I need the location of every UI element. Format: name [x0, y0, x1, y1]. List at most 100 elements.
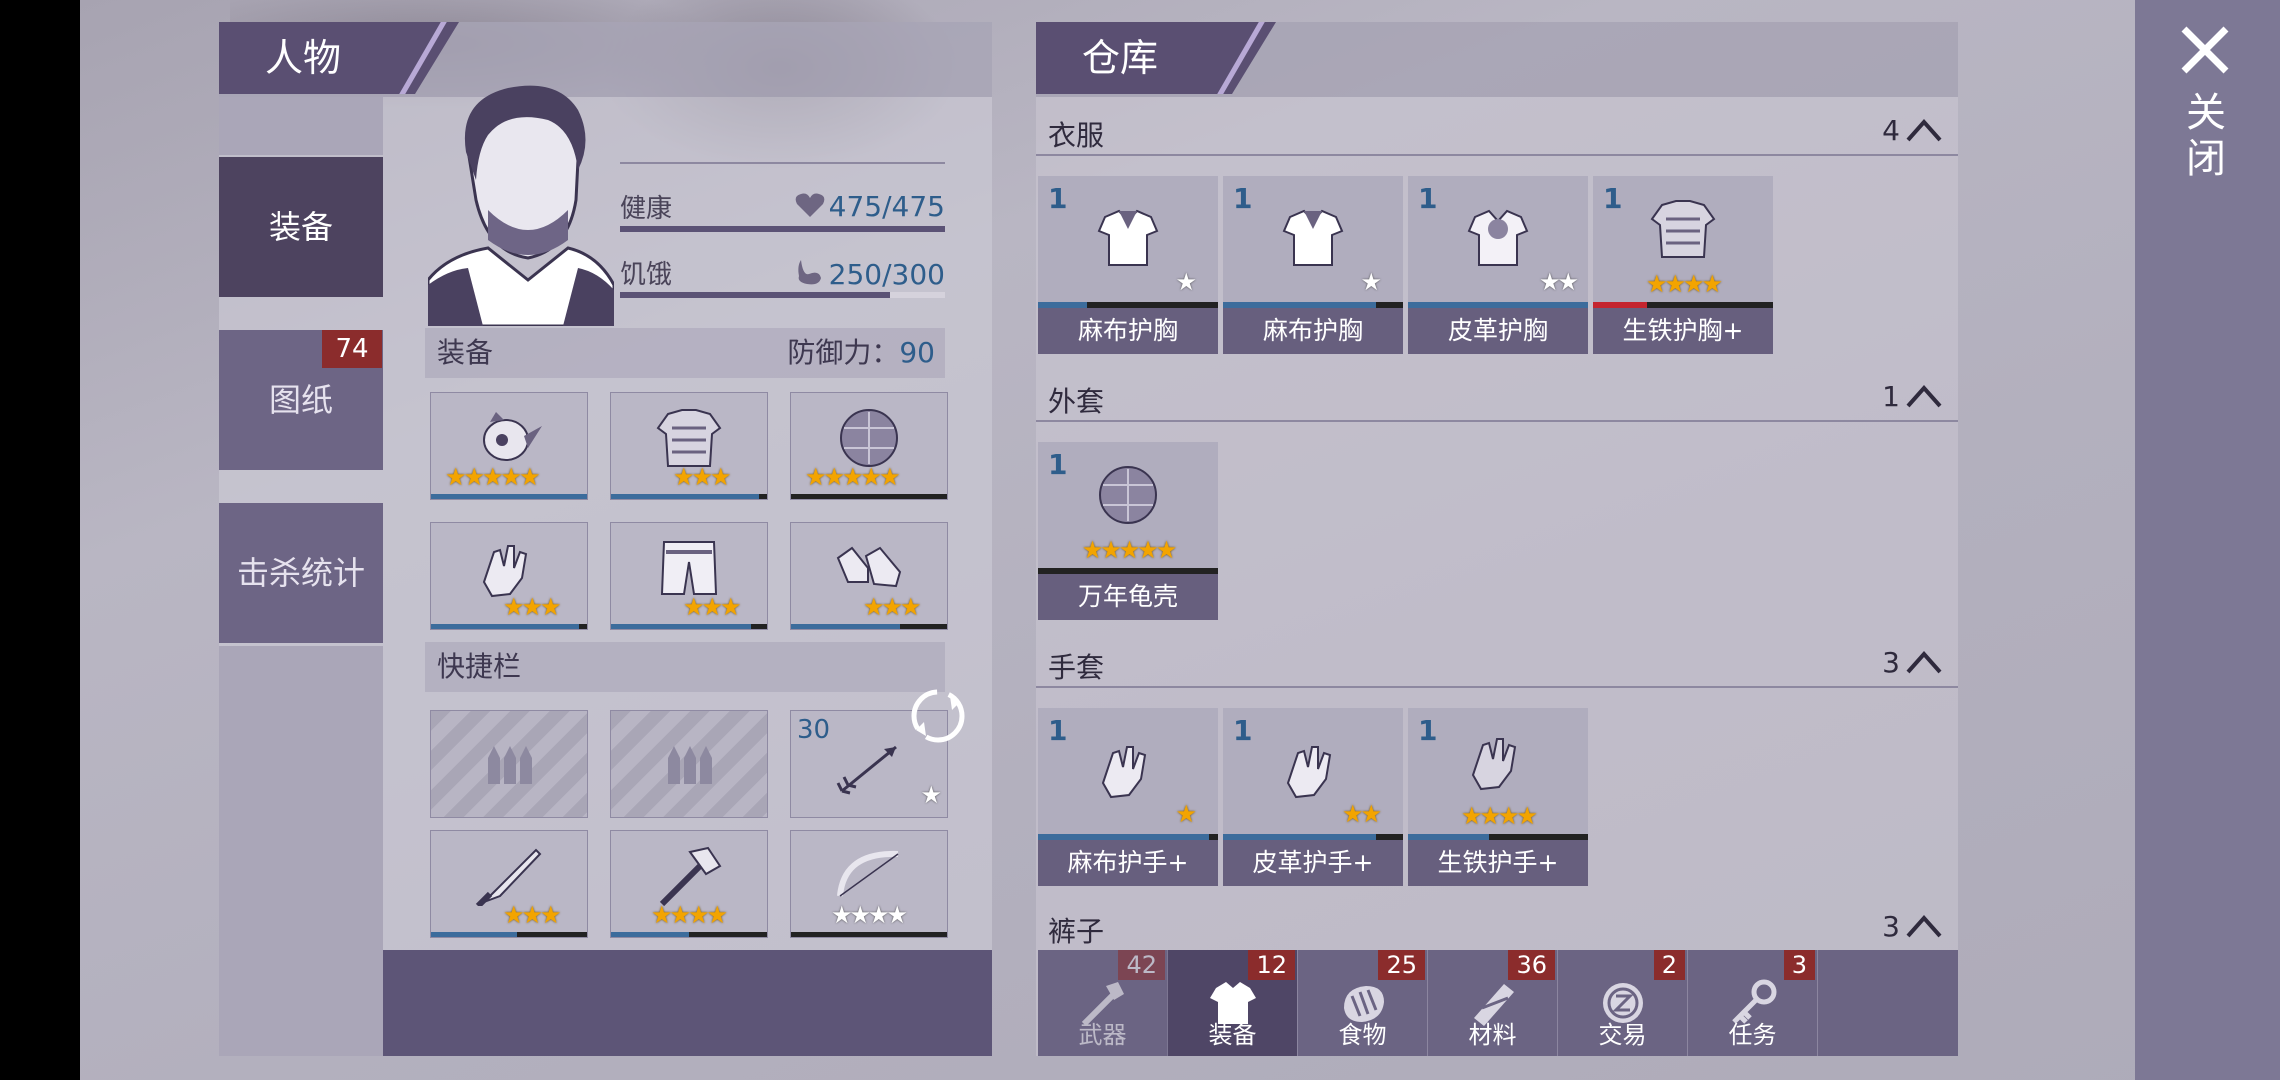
equip-slot-hands[interactable]: ★★★: [430, 522, 588, 630]
equip-slot-body[interactable]: ★★★: [610, 392, 768, 500]
character-title: 人物: [265, 36, 342, 80]
side-tab-filler: [219, 646, 383, 1056]
tab-kill-stats-label: 击杀统计: [236, 554, 365, 592]
quickbar-slot-empty-1[interactable]: [430, 710, 588, 818]
item-stars: ★★★★★: [1081, 536, 1178, 564]
health-value: 475/475: [828, 190, 945, 223]
tab-trade-badge: 2: [1653, 950, 1685, 980]
health-bar-fill: [620, 226, 945, 232]
tab-materials-label: 材料: [1468, 1021, 1517, 1049]
item-name: 麻布护胸: [1223, 308, 1403, 354]
tab-materials[interactable]: 36 材料: [1428, 950, 1558, 1056]
tab-equipment[interactable]: 装备: [219, 157, 383, 297]
swap-icon[interactable]: [910, 688, 966, 744]
quickbar-section-header: 快捷栏: [425, 642, 945, 692]
equip-slot-feet-durability: [791, 624, 947, 629]
pants-icon: [660, 540, 718, 595]
game-screen: 人物 装备 图纸 74 击杀统计 健康 475/475 饥饿 250/300 装…: [0, 0, 2280, 1080]
tab-quests-badge: 3: [1783, 950, 1815, 980]
category-label: 裤子: [1048, 915, 1105, 948]
gloves-icon: [1286, 745, 1332, 798]
equip-slot-body-stars: ★★★: [673, 463, 732, 491]
tab-kill-stats[interactable]: 击杀统计: [219, 503, 383, 643]
tab-weapons[interactable]: 42 武器: [1038, 950, 1168, 1056]
shoes-icon: [836, 546, 902, 587]
storage-item[interactable]: 1 ★ 麻布护胸: [1223, 176, 1403, 354]
equip-slot-hands-durability: [431, 624, 587, 629]
turtle-shell-icon: [840, 408, 898, 467]
item-stars: ★: [1360, 268, 1381, 296]
item-stars: ★★: [1341, 800, 1382, 828]
category-header-pants[interactable]: 裤子 3: [1036, 902, 1958, 952]
category-header-coat[interactable]: 外套 1: [1036, 372, 1958, 422]
arrow-icon: [836, 746, 897, 795]
durability-fill: [431, 624, 580, 629]
item-name: 生铁护手+: [1408, 840, 1588, 886]
quickbar-slot-axe[interactable]: ★★★★: [610, 830, 768, 938]
storage-filter-tabs: 42 武器 12 装备 25 食物 36 材料 2 交易 3 任务: [1038, 950, 1958, 1056]
leather-vest-icon: [1467, 209, 1529, 266]
chest-armor-icon: [656, 408, 722, 467]
item-name: 皮革护手+: [1223, 840, 1403, 886]
equip-slot-head-stars: ★★★★★: [445, 463, 541, 491]
storage-item[interactable]: 1 ★ 麻布护手+: [1038, 708, 1218, 886]
storage-item[interactable]: 1 ★★ 皮革护胸: [1408, 176, 1588, 354]
storage-item[interactable]: 1 ★★★★ 生铁护手+: [1408, 708, 1588, 886]
stats-divider: [620, 162, 945, 164]
storage-item[interactable]: 1 ★★★★ 生铁护胸+: [1593, 176, 1773, 354]
item-quantity: 1: [1603, 182, 1623, 215]
item-quantity: 1: [1048, 714, 1068, 747]
storage-item[interactable]: 1 ★ 麻布护胸: [1038, 176, 1218, 354]
gloves-icon: [1101, 745, 1147, 798]
tab-quests[interactable]: 3 任务: [1688, 950, 1818, 1056]
category-header-gloves[interactable]: 手套 3: [1036, 638, 1958, 688]
equip-slot-legs-stars: ★★★: [683, 593, 742, 621]
item-name: 麻布护胸: [1038, 308, 1218, 354]
defense-label: 防御力：: [787, 336, 900, 369]
quickbar-slot-empty-2[interactable]: [610, 710, 768, 818]
item-quantity: 1: [1233, 714, 1253, 747]
equip-slot-outer[interactable]: ★★★★★: [790, 392, 948, 500]
durability-fill: [431, 494, 587, 499]
arrow-stars: ★: [920, 781, 941, 809]
category-header-clothes[interactable]: 衣服 4: [1036, 106, 1958, 156]
tab-equipment-filter[interactable]: 12 装备: [1168, 950, 1298, 1056]
item-name: 万年龟壳: [1038, 574, 1218, 620]
storage-item[interactable]: 1 ★★ 皮革护手+: [1223, 708, 1403, 886]
item-quantity: 1: [1418, 714, 1438, 747]
category-count: 1: [1882, 380, 1900, 413]
category-count: 3: [1882, 646, 1900, 679]
hunger-label: 饥饿: [620, 260, 673, 290]
health-label: 健康: [620, 194, 673, 224]
equip-slot-outer-stars: ★★★★★: [805, 463, 901, 491]
tab-trade-label: 交易: [1598, 1021, 1647, 1049]
tab-equipment-badge: 12: [1248, 950, 1295, 980]
equip-slot-feet[interactable]: ★★★: [790, 522, 948, 630]
tab-trade[interactable]: 2 交易: [1558, 950, 1688, 1056]
character-footer-bar: [383, 950, 992, 1056]
equip-slot-legs[interactable]: ★★★: [610, 522, 768, 630]
hunger-bar: [620, 292, 945, 298]
quickbar-slot-machete[interactable]: ★★★: [430, 830, 588, 938]
health-bar: [620, 226, 945, 232]
tab-weapons-label: 武器: [1078, 1021, 1127, 1049]
item-stars: ★★★★: [1645, 270, 1723, 298]
durability-fill: [791, 624, 901, 629]
durability-fill: [431, 932, 517, 937]
item-quantity: 1: [1048, 448, 1068, 481]
equip-slot-head[interactable]: ★★★★★: [430, 392, 588, 500]
defense-value: 90: [899, 336, 935, 369]
equip-slot-feet-stars: ★★★: [863, 593, 922, 621]
close-button-label[interactable]: 关闭: [2186, 90, 2226, 182]
equip-slot-body-durability: [611, 494, 767, 499]
close-icon[interactable]: [2180, 25, 2230, 75]
tab-food[interactable]: 25 食物: [1298, 950, 1428, 1056]
tunic-icon: [1097, 209, 1159, 266]
quickbar-slot-bow[interactable]: ★★★★: [790, 830, 948, 938]
axe-stars: ★★★★: [651, 901, 728, 929]
item-quantity: 1: [1048, 182, 1068, 215]
item-stars: ★★★★: [1460, 802, 1538, 830]
equip-slot-outer-durability: [791, 494, 947, 499]
storage-item[interactable]: 1 ★★★★★ 万年龟壳: [1038, 442, 1218, 620]
item-name: 麻布护手+: [1038, 840, 1218, 886]
